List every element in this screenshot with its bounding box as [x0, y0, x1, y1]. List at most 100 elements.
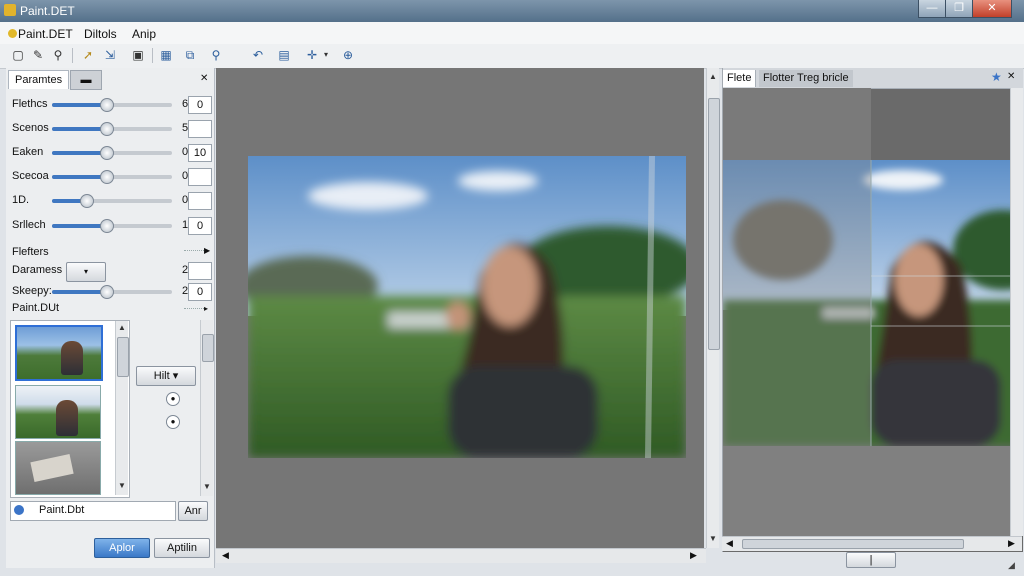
search-icon[interactable]: ⚲	[208, 47, 224, 63]
daramess-dropdown[interactable]: ▾	[66, 262, 106, 282]
canvas-hscrollbar[interactable]: ◀ ▶	[216, 548, 706, 563]
param-slider[interactable]	[52, 122, 172, 136]
preview-bottom-shade	[723, 446, 1023, 536]
preview-hscrollbar[interactable]: ◀ ▶	[722, 536, 1022, 551]
bottom-field-text: Paint.Dbt	[39, 504, 85, 516]
param-value-box[interactable]	[188, 120, 212, 138]
new-icon[interactable]: ▢	[10, 47, 26, 63]
canvas-scroll-up-icon[interactable]: ▲	[707, 72, 719, 81]
anchor-icon[interactable]: ⊕	[340, 47, 356, 63]
preview-close-icon[interactable]: ✕	[1007, 71, 1015, 82]
hilt-dropdown[interactable]: Hilt ▾	[136, 366, 196, 386]
skeepy-slider[interactable]	[52, 285, 172, 299]
param-slider-thumb[interactable]	[100, 146, 114, 160]
menu-item-app[interactable]: Paint.DET	[18, 27, 73, 41]
thumbnail-2[interactable]	[15, 385, 101, 439]
panel-scrollbar[interactable]: ▼	[200, 320, 214, 496]
panel-scroll-down-icon[interactable]: ▼	[201, 482, 213, 491]
thumbnail-scrollbar[interactable]: ▲ ▼	[115, 321, 129, 495]
skeepy-slider-thumb[interactable]	[100, 285, 114, 299]
pin-star-icon[interactable]: ★	[991, 70, 1002, 84]
param-slider-thumb[interactable]	[100, 122, 114, 136]
param-value-box[interactable]: 10	[188, 144, 212, 162]
layers-icon[interactable]: ⧉	[182, 47, 198, 63]
param-value-box[interactable]	[188, 192, 212, 210]
filters-expand-icon[interactable]: ▶	[204, 246, 210, 255]
param-slider-thumb[interactable]	[100, 219, 114, 233]
scroll-down-icon[interactable]: ▼	[116, 481, 128, 490]
preview-vscrollbar[interactable]	[1010, 88, 1023, 536]
canvas-vscroll-thumb[interactable]	[708, 98, 720, 350]
brush-icon[interactable]: ✎	[30, 47, 46, 63]
param-slider-thumb[interactable]	[79, 194, 94, 208]
param-slider[interactable]	[52, 194, 172, 208]
preview-svg	[723, 160, 1023, 446]
undo-icon[interactable]: ↶	[250, 47, 266, 63]
thumbnail-scroll-thumb[interactable]	[117, 337, 129, 377]
bottom-field-button[interactable]: Anr	[178, 501, 208, 521]
move-icon[interactable]: ⇲	[102, 47, 118, 63]
menu-item-anip[interactable]: Anip	[132, 27, 156, 41]
photo-svg	[248, 156, 686, 458]
crop-icon[interactable]: ▣	[130, 47, 146, 63]
radio-option-2[interactable]: ●	[166, 415, 180, 429]
tab-flotter[interactable]: Flotter Treg bricle	[759, 70, 853, 87]
param-value-box[interactable]: 0	[188, 96, 212, 114]
bottom-field[interactable]: Paint.Dbt	[10, 501, 176, 521]
panel-close-icon[interactable]: ✕	[194, 70, 214, 88]
dropdown-icon[interactable]: ▾	[318, 47, 334, 63]
param-slider[interactable]	[52, 146, 172, 160]
param-slider[interactable]	[52, 98, 172, 112]
menu-item-diltols[interactable]: Diltols	[84, 27, 117, 41]
select-icon[interactable]: ➚	[80, 47, 96, 63]
tab-secondary-button[interactable]: ▬	[70, 70, 102, 90]
hilt-label: Hilt	[153, 370, 170, 382]
preview-scroll-left-icon[interactable]: ◀	[726, 538, 733, 549]
history-icon[interactable]: ▤	[276, 47, 292, 63]
param-value-box[interactable]	[188, 168, 212, 186]
radio-option-1[interactable]: ●	[166, 392, 180, 406]
skeepy-box[interactable]: 0	[188, 283, 212, 301]
paint-dot-icon	[14, 505, 24, 515]
preview-center-button[interactable]: |	[846, 552, 896, 568]
param-slider-thumb[interactable]	[100, 98, 114, 112]
title-bar: Paint.DET — ❐ ✕	[0, 0, 1024, 22]
apply-button[interactable]: Aplor	[94, 538, 150, 558]
canvas-vscrollbar[interactable]: ▲ ▼	[706, 68, 720, 548]
canvas-scroll-left-icon[interactable]: ◀	[222, 550, 229, 561]
paint-expand-icon[interactable]: ▸	[204, 304, 208, 313]
app-window: Paint.DET — ❐ ✕ Paint.DET Diltols Anip ▢…	[0, 0, 1024, 576]
tab-parameters[interactable]: Paramtes	[8, 70, 70, 89]
grid-icon[interactable]: ▦	[158, 47, 174, 63]
window-title: Paint.DET	[20, 4, 75, 18]
zoom-icon[interactable]: ⚲	[50, 47, 66, 63]
minimize-button[interactable]: —	[918, 0, 946, 18]
canvas-scroll-right-icon[interactable]: ▶	[690, 550, 697, 561]
resize-grip-icon[interactable]: ◢	[1008, 560, 1015, 571]
param-label: Scecoa	[12, 170, 49, 182]
canvas-area[interactable]	[216, 68, 704, 548]
preview-image[interactable]	[723, 160, 1023, 446]
thumbnail-1[interactable]	[15, 325, 103, 381]
close-button[interactable]: ✕	[972, 0, 1012, 18]
panel-scroll-thumb[interactable]	[202, 334, 214, 362]
thumbnail-3[interactable]	[15, 441, 101, 495]
param-slider-fill	[52, 151, 106, 155]
maximize-button[interactable]: ❐	[945, 0, 973, 18]
photo-image[interactable]	[248, 156, 686, 458]
preview-hscroll-thumb[interactable]	[742, 539, 964, 549]
tab-flete[interactable]: Flete	[723, 70, 757, 87]
param-slider[interactable]	[52, 219, 172, 233]
param-slider-fill	[52, 103, 106, 107]
param-slider[interactable]	[52, 170, 172, 184]
apply-secondary-button[interactable]: Aptilin	[154, 538, 210, 558]
parameters-panel: Paramtes ▬ ✕ Flethcs 6 0 Scenos 5 Eaken 0 10 Sce…	[6, 68, 215, 568]
param-slider-thumb[interactable]	[100, 170, 114, 184]
param-label: 1D.	[12, 194, 30, 206]
daramess-box[interactable]	[188, 262, 212, 280]
param-slider-fill	[52, 224, 106, 228]
scroll-up-icon[interactable]: ▲	[116, 323, 128, 332]
param-value-box[interactable]: 0	[188, 217, 212, 235]
preview-scroll-right-icon[interactable]: ▶	[1008, 538, 1015, 549]
canvas-scroll-down-icon[interactable]: ▼	[707, 534, 719, 543]
